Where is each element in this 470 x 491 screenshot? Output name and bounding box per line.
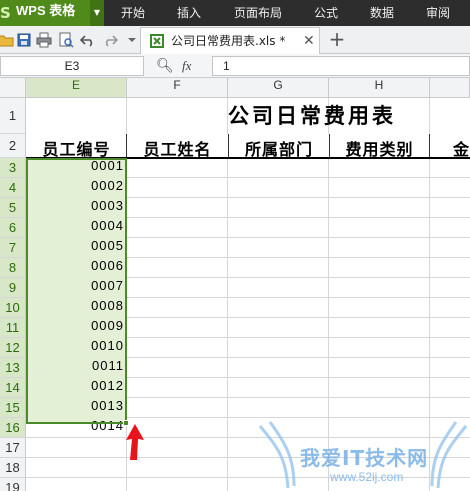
watermark-url: www.52ij.com	[330, 470, 404, 484]
row-header-8[interactable]: 8	[0, 258, 26, 278]
sheet-title[interactable]: 公司日常费用表	[228, 100, 396, 134]
undo-icon[interactable]	[80, 32, 96, 48]
watermark-text: 我爱IT技术网	[300, 446, 429, 470]
tab-formulas[interactable]: 公式	[308, 0, 344, 26]
app-menu-dropdown-icon[interactable]: ▼	[90, 0, 104, 26]
annotation-arrow-icon	[126, 424, 144, 460]
row-header-4[interactable]: 4	[0, 178, 26, 198]
column-header-partial[interactable]	[430, 78, 470, 98]
tab-page-layout[interactable]: 页面布局	[228, 0, 288, 26]
column-header-h[interactable]: H	[329, 78, 430, 98]
column-header-e[interactable]: E	[26, 78, 127, 98]
row-header-14[interactable]: 14	[0, 378, 26, 398]
column-header-g[interactable]: G	[228, 78, 329, 98]
header-divider	[228, 134, 229, 158]
column-header-f[interactable]: F	[127, 78, 228, 98]
grid-line	[429, 98, 430, 134]
row-header-10[interactable]: 10	[0, 298, 26, 318]
row-header-13[interactable]: 13	[0, 358, 26, 378]
row-header-9[interactable]: 9	[0, 278, 26, 298]
grid-line	[227, 158, 228, 491]
row-header-15[interactable]: 15	[0, 398, 26, 418]
quick-access-toolbar: 公司日常费用表.xls * ✕ +	[0, 26, 470, 54]
new-tab-button[interactable]: +	[326, 27, 348, 53]
close-tab-icon[interactable]: ✕	[303, 28, 315, 54]
row-header-6[interactable]: 6	[0, 218, 26, 238]
menu-bar: S WPS 表格 ▼ 开始 插入 页面布局 公式 数据 审阅	[0, 0, 470, 26]
toolbar-dropdown-icon[interactable]	[124, 32, 140, 48]
row-header-16[interactable]: 16	[0, 418, 26, 438]
formula-bar: E3 🔍︎ fx 1	[0, 54, 470, 78]
header-divider	[429, 134, 430, 158]
row-header-17[interactable]: 17	[0, 438, 26, 458]
name-box[interactable]: E3	[0, 56, 144, 76]
spreadsheet-file-icon	[150, 34, 164, 48]
grid-line	[126, 98, 127, 134]
header-employee-id[interactable]: 员工编号	[27, 136, 126, 158]
tab-data[interactable]: 数据	[364, 0, 400, 26]
header-expense-type[interactable]: 费用类别	[330, 136, 429, 158]
folder-open-icon[interactable]	[0, 32, 14, 48]
tab-review[interactable]: 审阅	[420, 0, 456, 26]
wps-logo-icon: S	[0, 4, 11, 22]
redo-icon[interactable]	[102, 32, 118, 48]
document-tab[interactable]: 公司日常费用表.xls * ✕	[140, 27, 320, 54]
header-department[interactable]: 所属部门	[229, 136, 329, 158]
tab-home[interactable]: 开始	[116, 0, 150, 26]
row-header-12[interactable]: 12	[0, 338, 26, 358]
print-preview-icon[interactable]	[58, 32, 74, 48]
document-tab-title: 公司日常费用表.xls *	[171, 34, 286, 48]
header-divider	[329, 134, 330, 158]
tab-insert[interactable]: 插入	[172, 0, 206, 26]
header-employee-name[interactable]: 员工姓名	[127, 136, 228, 158]
save-icon[interactable]	[16, 32, 32, 48]
row-header-7[interactable]: 7	[0, 238, 26, 258]
row-header-19[interactable]: 19	[0, 478, 26, 491]
row-header-5[interactable]: 5	[0, 198, 26, 218]
row-header-1[interactable]: 1	[0, 98, 26, 134]
row-header-18[interactable]: 18	[0, 458, 26, 478]
print-icon[interactable]	[36, 32, 52, 48]
header-amount-partial[interactable]: 金	[430, 136, 470, 158]
insert-function-button[interactable]: fx	[182, 56, 191, 76]
app-title: WPS 表格	[16, 3, 76, 18]
formula-input[interactable]: 1	[212, 56, 470, 76]
selection-border	[26, 158, 127, 424]
row-header-3[interactable]: 3	[0, 158, 26, 178]
select-all-corner[interactable]	[0, 78, 26, 98]
row-header-11[interactable]: 11	[0, 318, 26, 338]
app-menu-button[interactable]: S WPS 表格 ▼	[0, 0, 104, 26]
zoom-icon[interactable]: 🔍︎	[156, 56, 174, 76]
header-divider	[126, 134, 127, 158]
row-header-2[interactable]: 2	[0, 134, 26, 158]
